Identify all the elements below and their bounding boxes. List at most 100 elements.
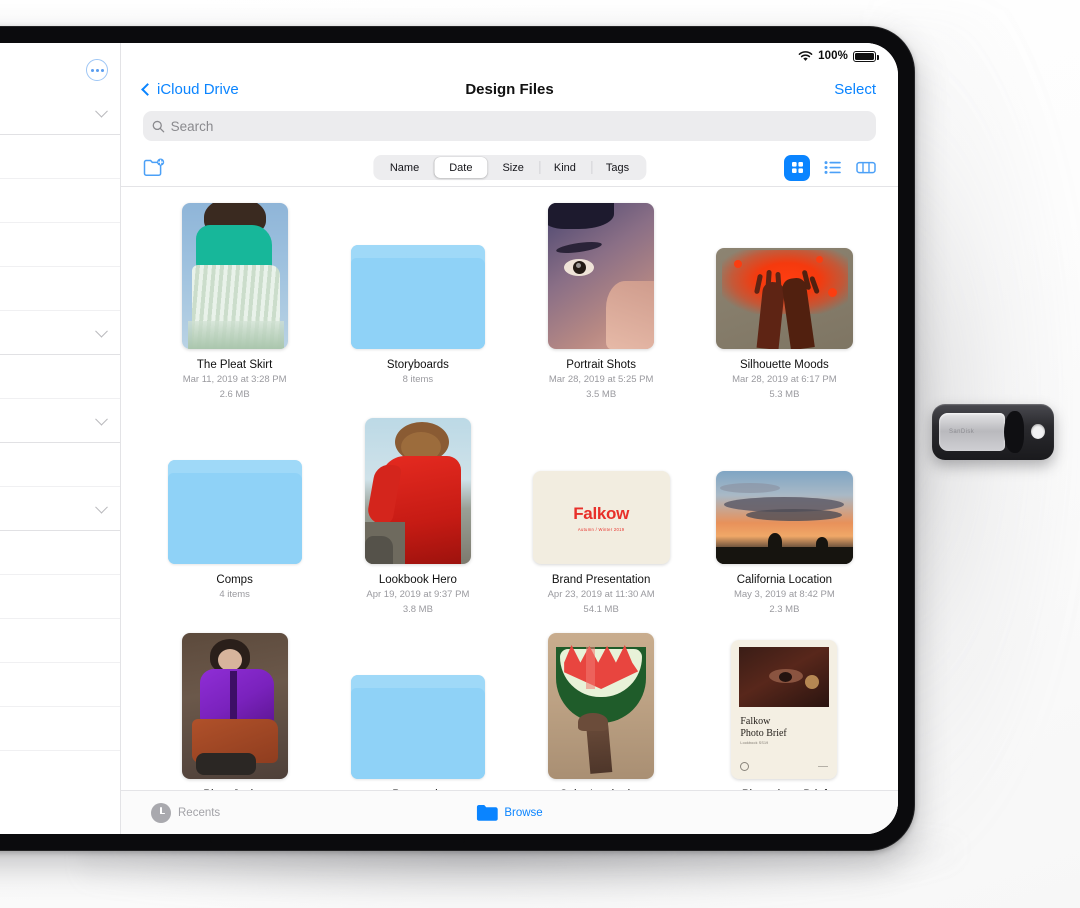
folder-icon <box>350 245 485 349</box>
file-name: Lookbook Hero <box>378 574 457 586</box>
column-view-button[interactable] <box>856 160 876 175</box>
sort-option-name[interactable]: Name <box>375 157 434 178</box>
sort-option-kind[interactable]: Kind <box>538 157 591 178</box>
list-item[interactable] <box>0 487 120 531</box>
sort-option-size[interactable]: Size <box>487 157 538 178</box>
thumbnail-doc-falkow: Falkow Autumn / Winter 2019 <box>532 471 670 564</box>
folder-icon <box>476 805 498 821</box>
file-item[interactable]: Lookbook Hero Apr 19, 2019 at 9:37 PM 3.… <box>326 418 509 633</box>
tab-browse-label: Browse <box>504 806 543 819</box>
tablet-screen: 100% iCloud Drive Design Files Select Se… <box>0 43 898 834</box>
search-input[interactable] <box>170 118 867 134</box>
file-item[interactable]: Storyboards 8 items <box>326 203 509 418</box>
grid-view-button[interactable] <box>784 154 810 181</box>
list-item[interactable] <box>0 311 120 355</box>
ellipsis-circle-icon[interactable] <box>86 59 108 81</box>
files-app: 100% iCloud Drive Design Files Select Se… <box>121 43 898 834</box>
file-item[interactable]: The Pleat Skirt Mar 11, 2019 at 3:28 PM … <box>143 203 326 418</box>
tablet-device: 100% iCloud Drive Design Files Select Se… <box>0 26 915 851</box>
search-icon <box>152 120 165 132</box>
tab-browse[interactable]: Browse <box>476 804 543 821</box>
thumbnail-photo-portrait <box>548 203 655 349</box>
list-icon <box>824 161 841 174</box>
file-name: Storyboards <box>386 359 449 371</box>
list-item[interactable] <box>0 399 120 443</box>
file-meta-size: 2.6 MB <box>219 389 250 401</box>
file-item[interactable]: Plum Jacket May 6, 2019 at 4:22 PM 1.6 M… <box>143 633 326 790</box>
file-item[interactable]: Proposals 3 items <box>326 633 509 790</box>
file-meta-size: 3.8 MB <box>402 604 433 616</box>
wifi-icon <box>798 50 813 61</box>
tab-recents-label: Recents <box>178 806 221 819</box>
view-mode-switcher <box>784 154 876 181</box>
file-item[interactable]: Falkow Photo Brief Lookbook SS19 Photosh… <box>693 633 876 790</box>
list-item[interactable] <box>0 443 120 487</box>
file-meta-count: 8 items <box>402 374 434 386</box>
file-meta-date: Apr 19, 2019 at 9:37 PM <box>366 589 470 601</box>
thumbnail-photo-sunset <box>715 471 853 564</box>
thumbnail-container <box>181 633 288 779</box>
thumbnail-container <box>181 203 288 349</box>
home-indicator[interactable] <box>210 838 465 843</box>
new-folder-plus-icon[interactable] <box>143 158 165 178</box>
file-name: Portrait Shots <box>566 359 636 371</box>
select-button[interactable]: Select <box>834 81 876 98</box>
list-item[interactable] <box>0 223 120 267</box>
brief-title-line2: Photo Brief <box>740 728 787 739</box>
list-item[interactable] <box>0 663 120 707</box>
file-item[interactable]: Silhouette Moods Mar 28, 2019 at 6:17 PM… <box>693 203 876 418</box>
list-item[interactable] <box>0 267 120 311</box>
sort-option-date[interactable]: Date <box>434 157 488 178</box>
file-item[interactable]: Falkow Autumn / Winter 2019 Brand Presen… <box>510 418 693 633</box>
list-item[interactable] <box>0 135 120 179</box>
list-item[interactable] <box>0 531 120 575</box>
folder-icon <box>167 460 302 564</box>
thumbnail-container <box>548 633 655 779</box>
file-meta-date: May 3, 2019 at 8:42 PM <box>733 589 835 601</box>
list-item[interactable] <box>0 179 120 223</box>
file-item[interactable]: California Location May 3, 2019 at 8:42 … <box>693 418 876 633</box>
navigation-bar: iCloud Drive Design Files Select <box>121 69 898 109</box>
list-item[interactable] <box>0 91 120 135</box>
list-view-button[interactable] <box>824 160 842 175</box>
usb-lanyard-hole <box>1031 424 1045 439</box>
file-meta-date: Apr 23, 2019 at 11:30 AM <box>547 589 655 601</box>
brief-subtitle: Lookbook SS19 <box>740 741 769 745</box>
back-button[interactable]: iCloud Drive <box>141 81 239 98</box>
thumbnail-container: Falkow Autumn / Winter 2019 <box>532 418 670 564</box>
search-field[interactable] <box>143 111 876 141</box>
tab-bar: Recents Browse <box>121 790 898 834</box>
file-name: Comps <box>216 574 253 586</box>
falkow-title: Falkow <box>573 503 630 523</box>
list-item[interactable] <box>0 575 120 619</box>
sort-option-tags[interactable]: Tags <box>590 157 644 178</box>
brief-title-line1: Falkow <box>740 716 771 727</box>
list-item[interactable] <box>0 707 120 751</box>
scene: 100% iCloud Drive Design Files Select Se… <box>0 0 1080 908</box>
list-item[interactable] <box>0 355 120 399</box>
file-item[interactable]: Portrait Shots Mar 28, 2019 at 5:25 PM 3… <box>510 203 693 418</box>
file-item[interactable]: Comps 4 items <box>143 418 326 633</box>
thumbnail-container <box>364 418 471 564</box>
battery-full-icon <box>853 50 879 62</box>
chevron-down-icon <box>95 324 108 338</box>
clock-icon <box>151 802 171 823</box>
thumbnail-photo-watermelon <box>548 633 655 779</box>
chevron-down-icon <box>95 412 108 426</box>
chevron-left-icon <box>141 82 154 96</box>
left-app-topbar <box>0 43 120 91</box>
folder-icon <box>350 675 485 779</box>
thumbnail-photo-plum-jacket <box>181 633 288 779</box>
file-item[interactable]: Color Inspiration May 6, 2019 at 5:34 PM… <box>510 633 693 790</box>
file-meta-date: Mar 28, 2019 at 6:17 PM <box>732 374 837 386</box>
list-item[interactable] <box>0 619 120 663</box>
toolbar: Name Date Size Kind Tags <box>121 149 898 187</box>
file-meta-count: 4 items <box>219 589 250 601</box>
sort-segmented-control[interactable]: Name Date Size Kind Tags <box>372 155 647 180</box>
falkow-subtitle: Autumn / Winter 2019 <box>577 526 625 532</box>
status-bar: 100% <box>121 43 898 69</box>
usb-flash-drive: SanDisk <box>932 404 1054 460</box>
tab-recents[interactable]: Recents <box>151 802 221 823</box>
thumbnail-container: Falkow Photo Brief Lookbook SS19 <box>731 633 838 779</box>
file-meta-size: 2.3 MB <box>769 604 800 616</box>
